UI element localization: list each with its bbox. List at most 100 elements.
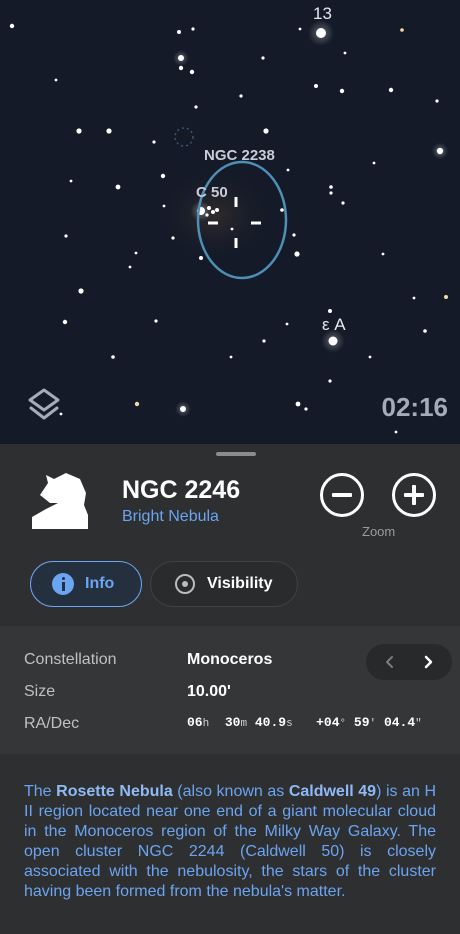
layers-button[interactable]: [24, 384, 64, 424]
star: [239, 94, 243, 98]
star: [263, 128, 269, 134]
ra-seconds-unit: s: [286, 718, 293, 730]
desc-text-1: The: [24, 783, 57, 800]
star: [381, 252, 385, 256]
star: [199, 256, 203, 260]
star: [280, 208, 284, 212]
star: [115, 184, 121, 190]
nebula-glow: [155, 165, 275, 265]
star: [215, 208, 219, 212]
star: [62, 319, 68, 325]
desc-text-3: ) is an H II region located near one end…: [24, 783, 436, 900]
star: [328, 336, 338, 346]
chevron-left-icon: [386, 656, 393, 668]
star-label-13: 13: [313, 4, 332, 23]
star: [328, 309, 332, 313]
object-label-c50: C 50: [196, 184, 228, 201]
star: [64, 234, 68, 238]
star: [111, 355, 115, 359]
desc-link-rosette[interactable]: Rosette Nebula: [56, 783, 173, 800]
size-value: 10.00': [187, 683, 231, 700]
tab-visibility[interactable]: Visibility: [150, 561, 298, 607]
tab-info[interactable]: Info: [30, 561, 142, 607]
star: [285, 322, 289, 326]
radec-value: 06h 30m 40.9s +04° 59' 04.4": [187, 715, 422, 730]
constellation-label: Constellation: [24, 651, 117, 668]
sky-time[interactable]: 02:16: [382, 392, 449, 423]
info-icon: [52, 573, 74, 595]
star: [9, 23, 15, 29]
constellation-value: Monoceros: [187, 651, 273, 668]
star: [134, 401, 140, 407]
star: [316, 28, 326, 38]
star: [388, 87, 394, 93]
star: [444, 295, 448, 299]
ra-hours: 06: [187, 715, 203, 730]
dec-minutes: 59: [353, 715, 370, 730]
next-object-button[interactable]: [418, 652, 438, 672]
dec-seconds: 04.4: [383, 715, 416, 730]
star: [314, 84, 318, 88]
star: [191, 27, 195, 31]
ngc2238-marker: [174, 127, 194, 147]
star: [423, 329, 427, 333]
star: [262, 339, 266, 343]
object-type-icon: [28, 469, 96, 531]
ra-seconds: 40.9: [254, 715, 287, 730]
star: [436, 147, 444, 155]
desc-text-2: (also known as: [172, 783, 289, 800]
star: [343, 51, 347, 55]
desc-link-caldwell[interactable]: Caldwell 49: [289, 783, 376, 800]
zoom-label: Zoom: [362, 524, 396, 539]
star: [134, 251, 138, 255]
star: [286, 168, 290, 172]
star: [328, 379, 332, 383]
object-info-sheet: NGC 2246 Bright Nebula Zoom Info Visibil…: [0, 444, 460, 934]
star: [304, 407, 308, 411]
object-type: Bright Nebula: [122, 508, 219, 525]
star: [294, 251, 300, 257]
ra-minutes: 30: [224, 715, 241, 730]
star: [78, 288, 84, 294]
star: [194, 105, 198, 109]
object-nav: [366, 644, 452, 680]
zoom-in-button[interactable]: [392, 473, 436, 517]
sky-view[interactable]: 13 NGC 2238 C 50 ε A 02:16: [0, 0, 460, 444]
star: [54, 78, 58, 82]
radio-dot-icon: [175, 574, 195, 594]
star: [69, 179, 73, 183]
prev-object-button[interactable]: [380, 652, 400, 672]
star: [178, 55, 184, 61]
sheet-drag-handle[interactable]: [216, 452, 256, 456]
object-details: Constellation Monoceros Size 10.00' RA/D…: [0, 626, 460, 754]
zoom-out-button[interactable]: [320, 473, 364, 517]
dec-degrees: +04: [316, 715, 340, 730]
dec-seconds-unit: ": [415, 718, 422, 730]
star: [394, 430, 398, 434]
object-description: The Rosette Nebula (also known as Caldwe…: [24, 782, 436, 902]
dec-degrees-unit: °: [339, 718, 347, 730]
star: [261, 56, 265, 60]
star: [435, 99, 439, 103]
star: [160, 173, 166, 179]
star: [400, 28, 404, 32]
star: [106, 128, 112, 134]
star: [189, 69, 195, 75]
star: [211, 210, 215, 214]
size-label: Size: [24, 683, 56, 700]
star: [230, 227, 234, 231]
star: [298, 27, 302, 31]
ra-minutes-unit: m: [240, 718, 248, 730]
chess-knight-icon: [32, 473, 88, 529]
star-label-epsilon: ε A: [322, 315, 346, 334]
object-name: NGC 2246: [122, 476, 241, 504]
star: [339, 88, 345, 94]
star: [295, 401, 301, 407]
star: [372, 161, 376, 165]
star: [368, 355, 372, 359]
tab-info-label: Info: [85, 575, 115, 592]
radec-label: RA/Dec: [24, 715, 80, 732]
star: [178, 65, 184, 71]
ra-hours-unit: h: [202, 718, 210, 730]
star: [154, 319, 158, 323]
